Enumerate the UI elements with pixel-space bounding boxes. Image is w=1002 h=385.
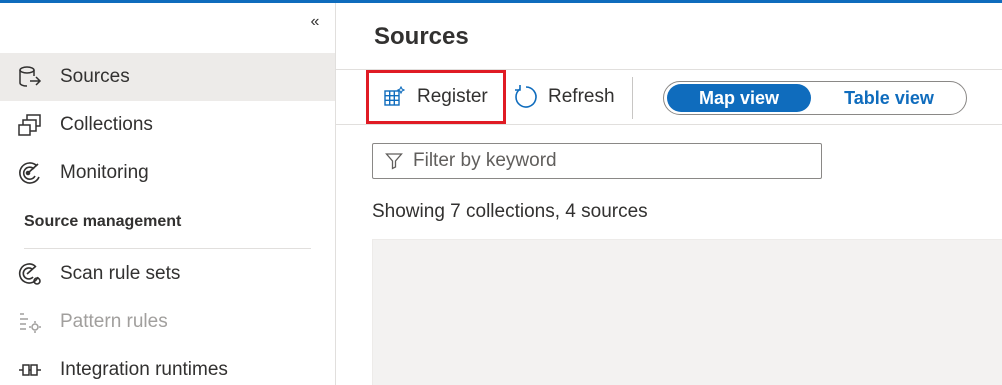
pattern-rules-icon — [0, 310, 60, 334]
sidebar-item-monitoring[interactable]: Monitoring — [0, 149, 335, 197]
filter-placeholder: Filter by keyword — [413, 150, 557, 171]
filter-input[interactable]: Filter by keyword — [372, 143, 822, 179]
toolbar-separator — [632, 77, 633, 119]
sidebar-item-label: Sources — [60, 66, 130, 87]
sidebar-item-label: Collections — [60, 114, 153, 135]
page-title: Sources — [374, 23, 469, 50]
table-view-option[interactable]: Table view — [814, 84, 964, 112]
sidebar: « Sources Collections Monitoring Source … — [0, 3, 336, 385]
sidebar-item-scan-rule-sets[interactable]: Scan rule sets — [0, 250, 335, 298]
register-button[interactable]: Register — [366, 70, 506, 124]
results-summary: Showing 7 collections, 4 sources — [372, 201, 648, 222]
double-chevron-left-icon: « — [310, 13, 320, 30]
sidebar-item-integration-runtimes[interactable]: Integration runtimes — [0, 346, 335, 385]
map-view-option[interactable]: Map view — [667, 84, 811, 112]
section-divider — [24, 248, 311, 249]
collections-icon — [0, 113, 60, 137]
refresh-button[interactable]: Refresh — [512, 70, 622, 124]
database-arrow-icon — [0, 65, 60, 89]
filter-funnel-icon — [385, 152, 403, 170]
collapse-sidebar-button[interactable]: « — [303, 11, 327, 33]
sidebar-item-label: Integration runtimes — [60, 359, 228, 380]
refresh-label: Refresh — [548, 86, 615, 107]
sidebar-item-pattern-rules[interactable]: Pattern rules — [0, 298, 335, 346]
scan-rule-icon — [0, 262, 60, 286]
register-grid-icon — [383, 86, 405, 108]
integration-runtime-icon — [0, 358, 60, 382]
sidebar-item-label: Scan rule sets — [60, 263, 181, 284]
section-header-source-management: Source management — [24, 213, 182, 230]
view-toggle: Map view Table view — [663, 81, 967, 115]
register-label: Register — [417, 86, 488, 107]
sidebar-item-collections[interactable]: Collections — [0, 101, 335, 149]
sidebar-item-label: Monitoring — [60, 162, 149, 183]
map-view-canvas[interactable] — [372, 239, 1002, 385]
main-content: Sources Register Refresh Map view Table … — [336, 3, 1002, 385]
monitoring-icon — [0, 161, 60, 185]
refresh-icon — [512, 84, 538, 110]
sidebar-item-label: Pattern rules — [60, 311, 168, 332]
sidebar-item-sources[interactable]: Sources — [0, 53, 335, 101]
toolbar-bottom-divider — [336, 124, 1002, 125]
